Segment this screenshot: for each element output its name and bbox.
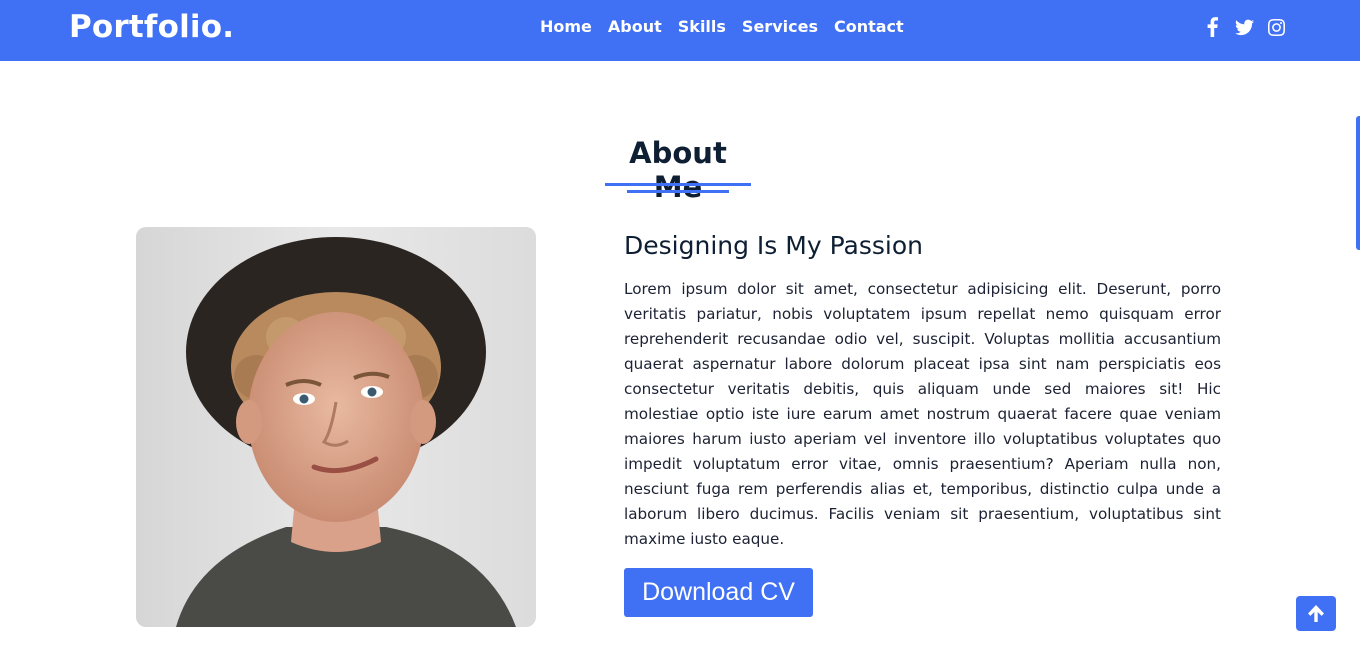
instagram-icon[interactable] bbox=[1267, 16, 1286, 38]
nav-home[interactable]: Home bbox=[540, 17, 592, 36]
title-underline bbox=[605, 183, 751, 186]
profile-photo bbox=[136, 227, 536, 627]
nav-services[interactable]: Services bbox=[742, 17, 818, 36]
download-cv-button[interactable]: Download CV bbox=[624, 568, 813, 617]
scroll-to-top-button[interactable] bbox=[1296, 596, 1336, 631]
nav-links: Home About Skills Services Contact bbox=[540, 17, 904, 36]
scrollbar-thumb[interactable] bbox=[1356, 116, 1360, 250]
nav-about[interactable]: About bbox=[608, 17, 662, 36]
title-underline-secondary bbox=[627, 190, 729, 193]
navbar: Portfolio. Home About Skills Services Co… bbox=[0, 0, 1360, 61]
social-links bbox=[1203, 16, 1286, 38]
nav-skills[interactable]: Skills bbox=[678, 17, 726, 36]
brand-logo[interactable]: Portfolio. bbox=[69, 9, 234, 45]
nav-contact[interactable]: Contact bbox=[834, 17, 904, 36]
about-paragraph: Lorem ipsum dolor sit amet, consectetur … bbox=[624, 280, 1221, 548]
twitter-icon[interactable] bbox=[1235, 16, 1254, 38]
about-subtitle: Designing Is My Passion bbox=[624, 231, 923, 260]
facebook-icon[interactable] bbox=[1203, 16, 1222, 38]
section-title: About Me bbox=[629, 136, 727, 204]
arrow-up-icon bbox=[1308, 605, 1324, 622]
